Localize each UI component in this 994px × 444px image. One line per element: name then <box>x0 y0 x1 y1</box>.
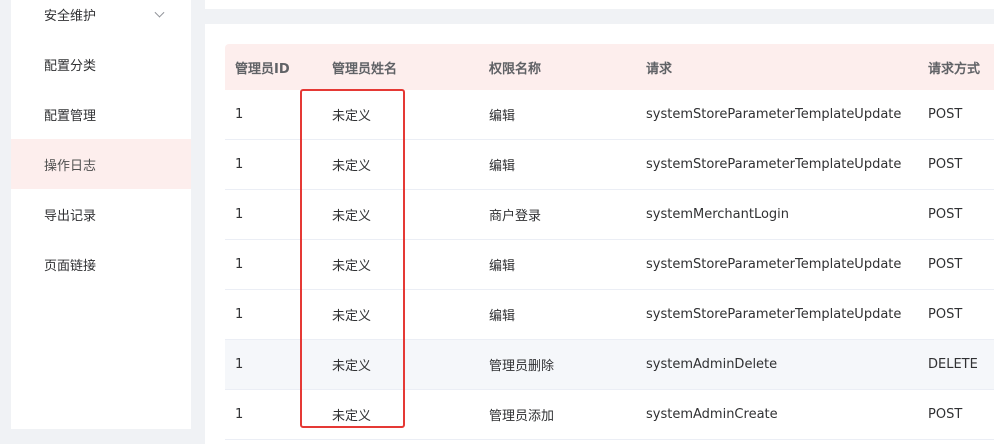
cell-permission-name: 编辑 <box>489 159 516 174</box>
cell-request: systemStoreParameterTemplateUpdate <box>646 307 902 322</box>
cell-request: systemStoreParameterTemplateUpdate <box>646 157 902 172</box>
cell-admin-id: 1 <box>235 157 244 172</box>
cell-request: systemMerchantLogin <box>646 207 790 222</box>
table-row[interactable]: 1 未定义 编辑 systemStoreParameterTemplateUpd… <box>225 90 994 140</box>
cell-admin-id: 1 <box>235 357 244 372</box>
sidebar-item-config-management[interactable]: 配置管理 <box>11 89 191 139</box>
table-row[interactable]: 1 未定义 商户登录 systemMerchantLogin POST <box>225 190 994 240</box>
sidebar-item-label: 配置分类 <box>44 58 97 74</box>
table-row[interactable]: 1 未定义 编辑 systemStoreParameterTemplateUpd… <box>225 290 994 340</box>
cell-request: systemStoreParameterTemplateUpdate <box>646 107 902 122</box>
cell-admin-id: 1 <box>235 207 244 222</box>
cell-permission-name: 编辑 <box>489 309 516 324</box>
cell-admin-name: 未定义 <box>332 259 372 274</box>
cell-admin-name: 未定义 <box>332 309 372 324</box>
sidebar-item-page-links[interactable]: 页面链接 <box>11 239 191 289</box>
cell-admin-name: 未定义 <box>332 109 372 124</box>
cell-request-method: POST <box>928 207 963 222</box>
table-row[interactable]: 1 未定义 编辑 systemStoreParameterTemplateUpd… <box>225 140 994 190</box>
sidebar-item-label: 安全维护 <box>44 8 97 24</box>
cell-permission-name: 管理员删除 <box>489 359 555 374</box>
header-admin-name[interactable]: 管理员姓名 <box>332 44 397 90</box>
header-request-method[interactable]: 请求方式 <box>928 44 980 90</box>
cell-admin-name: 未定义 <box>332 409 372 424</box>
cell-permission-name: 商户登录 <box>489 209 542 224</box>
table-header: 管理员ID 管理员姓名 权限名称 请求 请求方式 <box>225 44 994 90</box>
cell-request-method: POST <box>928 307 963 322</box>
sidebar-item-label: 页面链接 <box>44 258 97 274</box>
cell-admin-name: 未定义 <box>332 359 372 374</box>
header-request[interactable]: 请求 <box>646 44 672 90</box>
cell-admin-name: 未定义 <box>332 159 372 174</box>
chevron-down-icon <box>154 7 165 18</box>
sidebar-item-export-records[interactable]: 导出记录 <box>11 189 191 239</box>
cell-admin-id: 1 <box>235 257 244 272</box>
cell-request-method: POST <box>928 407 963 422</box>
cell-request: systemAdminDelete <box>646 357 778 372</box>
header-permission-name[interactable]: 权限名称 <box>489 44 541 90</box>
cell-request-method: POST <box>928 157 963 172</box>
table-row[interactable]: 1 未定义 编辑 systemStoreParameterTemplateUpd… <box>225 240 994 290</box>
table-row[interactable]: 1 未定义 管理员添加 systemAdminCreate POST <box>225 390 994 440</box>
cell-request: systemAdminCreate <box>646 407 778 422</box>
sidebar: 安全维护 配置分类 配置管理 操作日志 导出记录 页面链接 <box>11 0 191 429</box>
cell-admin-id: 1 <box>235 407 244 422</box>
sidebar-item-label: 配置管理 <box>44 108 97 124</box>
cell-admin-id: 1 <box>235 307 244 322</box>
cell-request-method: POST <box>928 257 963 272</box>
cell-request-method: DELETE <box>928 357 978 372</box>
cell-permission-name: 编辑 <box>489 109 516 124</box>
sidebar-item-security-maintenance[interactable]: 安全维护 <box>11 0 191 39</box>
table-row-hovered[interactable]: 1 未定义 管理员删除 systemAdminDelete DELETE <box>225 340 994 390</box>
cell-permission-name: 编辑 <box>489 259 516 274</box>
cell-admin-id: 1 <box>235 107 244 122</box>
sidebar-item-label: 操作日志 <box>44 158 97 174</box>
cell-admin-name: 未定义 <box>332 209 372 224</box>
header-admin-id[interactable]: 管理员ID <box>235 44 290 90</box>
sidebar-item-operation-log[interactable]: 操作日志 <box>11 139 191 189</box>
cell-request: systemStoreParameterTemplateUpdate <box>646 257 902 272</box>
top-card <box>205 0 994 9</box>
cell-permission-name: 管理员添加 <box>489 409 555 424</box>
sidebar-item-label: 导出记录 <box>44 208 97 224</box>
sidebar-item-config-category[interactable]: 配置分类 <box>11 39 191 89</box>
cell-request-method: POST <box>928 107 963 122</box>
